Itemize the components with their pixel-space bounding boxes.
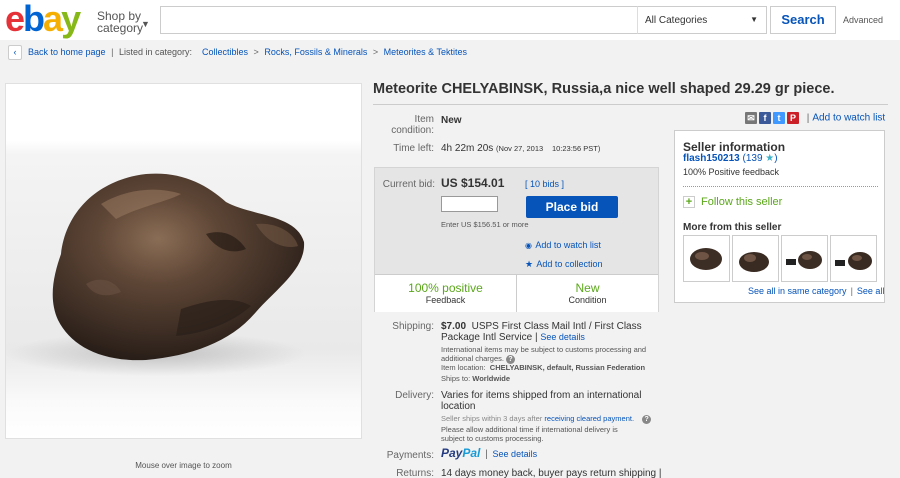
shop-by-category-button[interactable]: Shop by category ▼ — [97, 10, 150, 35]
pinterest-icon[interactable]: P — [787, 112, 799, 124]
add-to-watch-list-link[interactable]: Add to watch list — [812, 113, 885, 124]
add-to-collection-link[interactable]: Add to collection — [536, 259, 602, 269]
item-image-panel[interactable] — [5, 83, 362, 439]
condition-box: New Condition — [517, 274, 658, 312]
positive-feedback-label: Feedback — [425, 295, 466, 305]
customs-note: International items may be subject to cu… — [441, 345, 647, 364]
time-left-date: (Nov 27, 2013 — [496, 144, 544, 153]
payments-see-details-link[interactable]: See details — [493, 449, 538, 459]
email-icon[interactable]: ✉ — [745, 112, 757, 124]
breadcrumb: ‹ Back to home page | Listed in category:… — [8, 44, 467, 61]
bids-count-link[interactable]: [ 10 bids ] — [525, 179, 564, 189]
follow-seller-button[interactable]: + Follow this seller — [683, 196, 782, 208]
condition-box-value: New — [575, 281, 600, 295]
shipping-price: $7.00 — [441, 321, 467, 332]
current-bid-label: Current bid: — [382, 179, 435, 190]
facebook-icon[interactable]: f — [759, 112, 771, 124]
seller-name-link[interactable]: flash150213 — [683, 153, 740, 164]
seller-item-thumbnail[interactable] — [830, 235, 877, 282]
category-label: category — [97, 21, 144, 35]
seller-item-thumbnail[interactable] — [683, 235, 730, 282]
breadcrumb-item-meteorites[interactable]: Meteorites & Tektites — [384, 47, 467, 57]
star-icon: ★ — [765, 153, 775, 164]
search-input[interactable] — [160, 6, 638, 34]
paypal-logo: PayPal — [441, 446, 481, 460]
more-from-seller-title: More from this seller — [683, 222, 782, 233]
delivery-label: Delivery: — [395, 390, 434, 401]
back-arrow-icon[interactable]: ‹ — [8, 45, 22, 61]
advanced-search-link[interactable]: Advanced — [843, 15, 883, 25]
category-select-value: All Categories — [645, 15, 708, 26]
cleared-payment-link[interactable]: receiving cleared payment. — [544, 414, 634, 423]
chevron-down-icon: ▼ — [141, 19, 150, 29]
item-location: Item location: CHELYABINSK, default, Rus… — [441, 363, 646, 372]
bid-hint: Enter US $156.51 or more — [441, 220, 529, 229]
item-condition-value: New — [441, 115, 462, 126]
title-divider — [373, 104, 888, 105]
shipping-see-details-link[interactable]: See details — [540, 332, 585, 342]
seller-item-thumbnail[interactable] — [781, 235, 828, 282]
share-row: ✉ f t P | Add to watch list — [745, 112, 885, 126]
current-bid-value: US $154.01 — [441, 176, 505, 190]
payments-value: PayPal | See details — [441, 446, 538, 460]
time-left-label: Time left: — [393, 143, 434, 154]
breadcrumb-arrow: > — [372, 47, 379, 57]
eye-icon: ◉ — [525, 241, 532, 250]
shipping-service: $7.00 USPS First Class Mail Intl / First… — [441, 321, 642, 343]
seller-name-row: flash150213 (139 ★) — [683, 153, 778, 164]
condition-box-label: Condition — [568, 295, 607, 305]
bid-amount-input[interactable] — [441, 196, 498, 212]
positive-feedback-value: 100% positive — [408, 281, 483, 295]
breadcrumb-arrow: > — [253, 47, 259, 57]
chevron-down-icon: ▼ — [750, 15, 758, 24]
header: ebay Shop by category ▼ All Categories ▼… — [0, 0, 900, 40]
ships-to: Ships to: Worldwide — [441, 374, 511, 383]
meteorite-image[interactable] — [6, 84, 361, 438]
time-left-time: 10:23:56 PST) — [551, 144, 601, 153]
time-left-value: 4h 22m 20s (Nov 27, 2013 10:23:56 PST) — [441, 143, 601, 154]
seller-item-thumbnail[interactable] — [732, 235, 779, 282]
seller-score-link[interactable]: (139 ★) — [743, 153, 778, 164]
place-bid-button[interactable]: Place bid — [526, 196, 618, 218]
ships-within: Seller ships within 3 days after receivi… — [441, 414, 652, 424]
help-icon[interactable]: ? — [642, 414, 652, 424]
plus-icon: + — [683, 196, 695, 208]
back-to-home-link[interactable]: Back to home page — [28, 47, 106, 57]
item-condition-label: Item condition: — [391, 114, 434, 136]
breadcrumb-item-collectibles[interactable]: Collectibles — [202, 47, 248, 57]
twitter-icon[interactable]: t — [773, 112, 785, 124]
delivery-value: Varies for items shipped from an interna… — [441, 390, 642, 412]
seller-info-title: Seller information — [683, 140, 786, 154]
listed-in-label: Listed in category: — [118, 47, 192, 57]
share-separator: | — [806, 112, 810, 124]
bid-box: Current bid: US $154.01 [ 10 bids ] Plac… — [374, 167, 659, 312]
zoom-hint: Mouse over image to zoom — [135, 461, 232, 470]
ebay-logo[interactable]: ebay — [5, 1, 81, 37]
add-to-watch-list-action[interactable]: ◉ Add to watch list — [525, 237, 601, 251]
returns-value: 14 days money back, buyer pays return sh… — [441, 468, 662, 478]
allow-time-note: Please allow additional time if internat… — [441, 425, 618, 443]
add-to-collection-action[interactable]: ★ Add to collection — [525, 256, 602, 270]
category-select[interactable]: All Categories ▼ — [637, 6, 767, 34]
add-to-watch-list-link[interactable]: Add to watch list — [535, 240, 601, 250]
search-button[interactable]: Search — [770, 6, 836, 34]
seller-feedback: 100% Positive feedback — [683, 167, 780, 177]
breadcrumb-item-rocks[interactable]: Rocks, Fossils & Minerals — [264, 47, 367, 57]
star-icon: ★ — [525, 259, 534, 269]
seller-info-panel: Seller information flash150213 (139 ★) 1… — [674, 130, 885, 303]
see-all-same-category-link[interactable]: See all in same category — [748, 286, 847, 296]
item-title: Meteorite CHELYABINSK, Russia,a nice wel… — [373, 81, 835, 97]
positive-feedback-box: 100% positive Feedback — [375, 274, 517, 312]
see-all-row: See all in same category | See all — [748, 286, 885, 296]
follow-seller-label: Follow this seller — [701, 196, 783, 208]
shipping-label: Shipping: — [392, 321, 434, 332]
breadcrumb-separator: | — [111, 47, 114, 57]
see-all-link[interactable]: See all — [857, 286, 885, 296]
seller-divider — [683, 186, 878, 187]
payments-label: Payments: — [386, 450, 434, 461]
returns-label: Returns: — [396, 468, 434, 478]
